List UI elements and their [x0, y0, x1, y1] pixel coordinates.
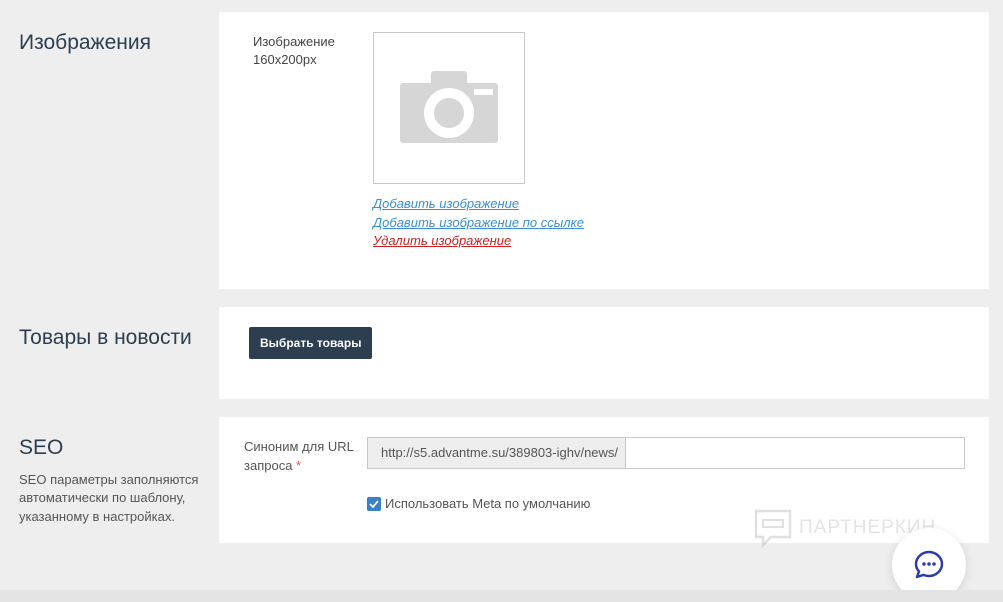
- goods-section-title: Товары в новости: [19, 326, 192, 349]
- image-size-label: Изображение 160x200px: [253, 33, 353, 69]
- checkmark-icon: [369, 499, 379, 508]
- page-footer-strip: [0, 590, 1003, 602]
- select-goods-button[interactable]: Выбрать товары: [249, 327, 373, 359]
- required-mark: *: [296, 457, 302, 473]
- image-preview[interactable]: [373, 32, 525, 184]
- image-label-line1: Изображение: [253, 34, 335, 49]
- use-meta-label: Использовать Meta по умолчанию: [385, 496, 591, 511]
- images-panel: Изображение 160x200px Добавить изображен…: [219, 12, 989, 289]
- use-default-meta[interactable]: Использовать Meta по умолчанию: [367, 496, 590, 511]
- url-alias-group: http://s5.advantme.su/389803-ighv/news/: [367, 437, 965, 469]
- image-actions: Добавить изображение Добавить изображени…: [373, 195, 584, 251]
- add-image-by-url-link[interactable]: Добавить изображение по ссылке: [373, 214, 584, 233]
- image-label-line2: 160x200px: [253, 52, 317, 67]
- url-alias-input[interactable]: [626, 438, 964, 468]
- goods-panel: Выбрать товары: [219, 307, 989, 399]
- url-alias-label: Синоним для URL запроса *: [244, 438, 354, 475]
- images-section-title: Изображения: [19, 31, 151, 54]
- seo-section-title: SEO: [19, 436, 64, 459]
- delete-image-link[interactable]: Удалить изображение: [373, 232, 584, 251]
- camera-icon: [400, 71, 498, 143]
- chat-bubble-icon: [914, 550, 944, 579]
- add-image-link[interactable]: Добавить изображение: [373, 195, 584, 214]
- url-prefix: http://s5.advantme.su/389803-ighv/news/: [368, 438, 627, 468]
- seo-description: SEO параметры заполняются автоматически …: [19, 472, 199, 524]
- watermark-logo-icon: [754, 509, 792, 548]
- use-meta-checkbox[interactable]: [367, 496, 381, 511]
